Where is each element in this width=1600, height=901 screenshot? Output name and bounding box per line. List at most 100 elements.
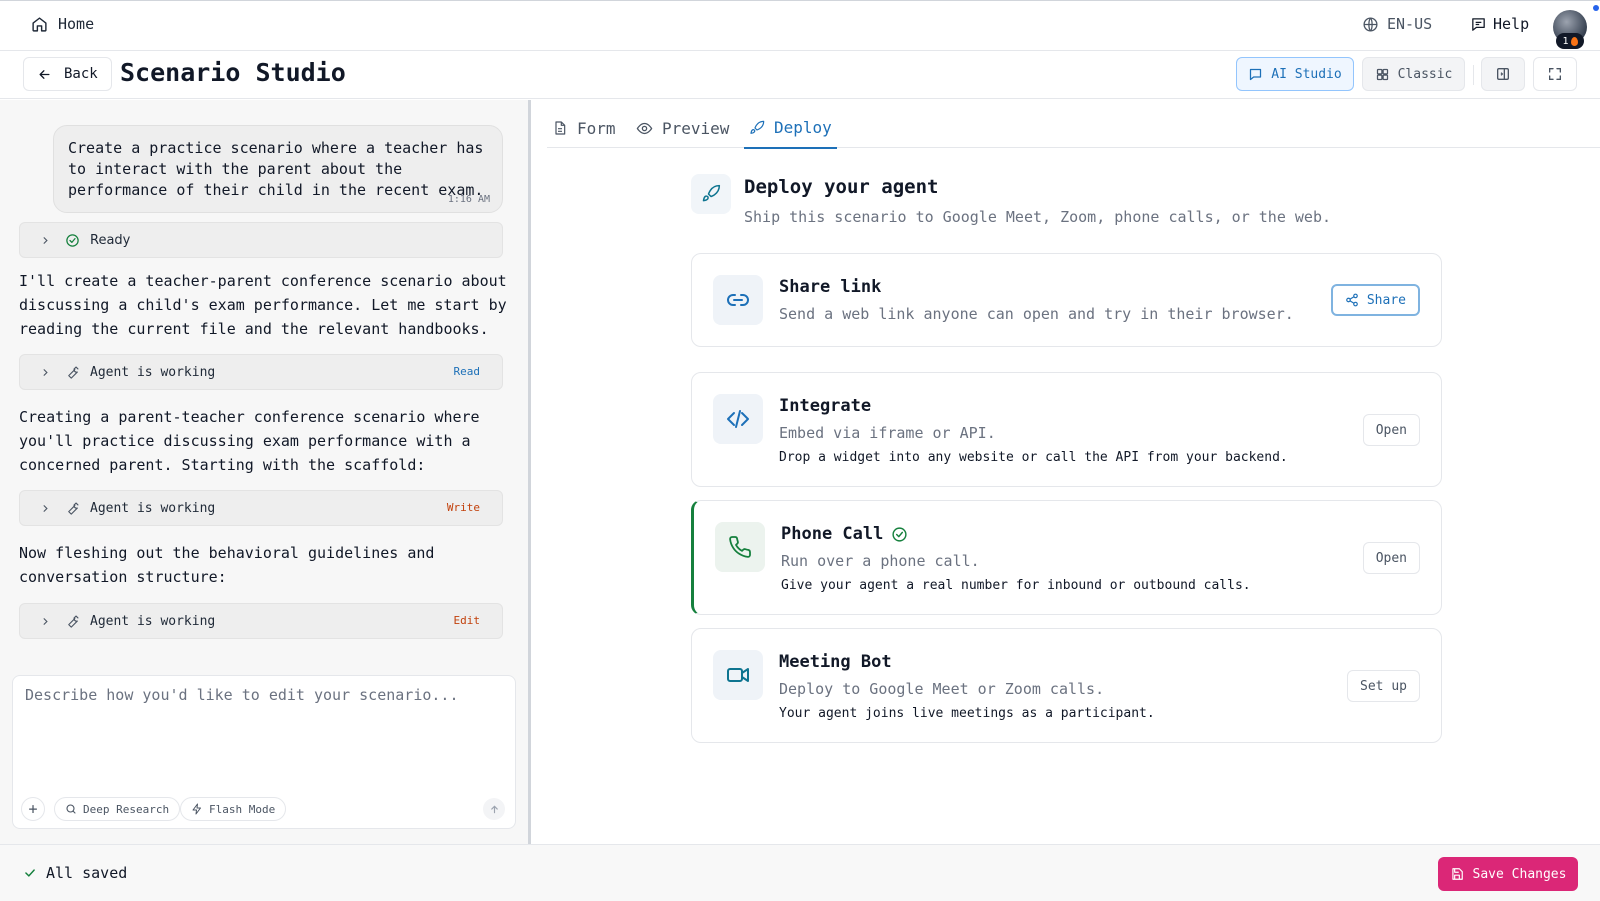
save-icon bbox=[1450, 867, 1464, 881]
classic-mode-button[interactable]: Classic bbox=[1362, 57, 1465, 91]
panel-right-icon bbox=[1495, 66, 1511, 82]
top-nav: Home EN-US Help 1 bbox=[0, 0, 1600, 51]
deploy-card-integrate[interactable]: Integrate Embed via iframe or API. Drop … bbox=[691, 372, 1442, 487]
chevron-right-icon bbox=[40, 367, 51, 378]
assistant-message: Now fleshing out the behavioral guidelin… bbox=[19, 544, 435, 586]
card-description: Deploy to Google Meet or Zoom calls. bbox=[779, 680, 1105, 698]
tab-preview[interactable]: Preview bbox=[636, 108, 729, 148]
help-label: Help bbox=[1493, 15, 1530, 33]
tab-label: Deploy bbox=[774, 118, 832, 137]
editor-tabs: Form Preview Deploy bbox=[547, 108, 1600, 149]
globe-icon bbox=[1362, 16, 1379, 33]
chat-input-box[interactable]: Describe how you'd like to edit your sce… bbox=[12, 675, 516, 829]
rocket-icon bbox=[749, 120, 765, 136]
deploy-card-meeting-bot[interactable]: Meeting Bot Deploy to Google Meet or Zoo… bbox=[691, 628, 1442, 743]
tab-form[interactable]: Form bbox=[552, 108, 616, 148]
deploy-subtitle: Ship this scenario to Google Meet, Zoom,… bbox=[744, 208, 1331, 226]
message-square-icon bbox=[1470, 16, 1487, 33]
flash-mode-chip[interactable]: Flash Mode bbox=[180, 797, 287, 821]
tool-row-label: Agent is working bbox=[90, 613, 216, 629]
wrench-icon bbox=[65, 614, 80, 629]
language-selector[interactable]: EN-US bbox=[1362, 15, 1432, 33]
deploy-card-share-link[interactable]: Share link Send a web link anyone can op… bbox=[691, 253, 1442, 347]
user-message-bubble: Create a practice scenario where a teach… bbox=[53, 125, 503, 213]
card-detail: Your agent joins live meetings as a part… bbox=[779, 706, 1155, 721]
help-link[interactable]: Help bbox=[1470, 15, 1529, 33]
back-label: Back bbox=[64, 66, 98, 82]
chat-input-placeholder[interactable]: Describe how you'd like to edit your sce… bbox=[25, 686, 458, 704]
chevron-right-icon bbox=[40, 235, 51, 246]
open-phone-call-button[interactable]: Open bbox=[1362, 542, 1420, 574]
home-label: Home bbox=[58, 15, 95, 33]
card-title: Integrate bbox=[779, 396, 871, 416]
card-description: Embed via iframe or API. bbox=[779, 424, 996, 442]
maximize-icon bbox=[1547, 66, 1563, 82]
setup-meeting-bot-button[interactable]: Set up bbox=[1347, 670, 1420, 702]
status-row-ready[interactable]: Ready bbox=[19, 222, 503, 258]
flash-mode-label: Flash Mode bbox=[209, 802, 276, 816]
arrow-left-icon bbox=[37, 67, 52, 82]
message-timestamp: 1:16 AM bbox=[447, 194, 490, 205]
rocket-icon bbox=[691, 174, 731, 214]
language-label: EN-US bbox=[1387, 15, 1433, 33]
card-title-text: Meeting Bot bbox=[779, 652, 892, 672]
save-changes-button[interactable]: Save Changes bbox=[1438, 857, 1578, 891]
zap-icon bbox=[191, 803, 203, 815]
card-title-text: Share link bbox=[779, 277, 882, 297]
card-title-text: Integrate bbox=[779, 396, 872, 416]
link-icon bbox=[713, 275, 763, 325]
back-button[interactable]: Back bbox=[23, 57, 112, 91]
share-button[interactable]: Share bbox=[1330, 284, 1420, 316]
user-message-text: Create a practice scenario where a teach… bbox=[68, 139, 484, 199]
tool-tag: Write bbox=[446, 501, 480, 514]
tool-tag: Read bbox=[453, 365, 481, 378]
deep-research-chip[interactable]: Deep Research bbox=[54, 797, 181, 821]
tool-row-write[interactable]: Agent is working Write bbox=[19, 490, 503, 526]
tool-row-label: Agent is working bbox=[90, 500, 216, 516]
ai-studio-label: AI Studio bbox=[1271, 66, 1342, 82]
tab-deploy[interactable]: Deploy bbox=[744, 108, 837, 149]
attach-button[interactable]: + bbox=[21, 797, 45, 821]
ai-studio-mode-button[interactable]: AI Studio bbox=[1236, 57, 1354, 91]
streak-count: 1 bbox=[1562, 35, 1569, 47]
wrench-icon bbox=[65, 365, 80, 380]
phone-icon bbox=[715, 522, 765, 572]
chevron-right-icon bbox=[40, 503, 51, 514]
check-circle-icon bbox=[891, 526, 908, 543]
header-divider bbox=[1473, 65, 1474, 85]
streak-badge: 1 bbox=[1556, 33, 1584, 49]
search-icon bbox=[65, 803, 77, 815]
assistant-message: I'll create a teacher-parent conference … bbox=[19, 272, 507, 338]
page-header: Back Scenario Studio AI Studio Classic bbox=[0, 51, 1600, 99]
deploy-card-phone-call[interactable]: Phone Call Run over a phone call. Give y… bbox=[691, 500, 1442, 615]
tool-row-edit[interactable]: Agent is working Edit bbox=[19, 603, 503, 639]
tab-label: Form bbox=[577, 118, 616, 138]
save-changes-label: Save Changes bbox=[1472, 866, 1567, 882]
share-label: Share bbox=[1366, 292, 1406, 308]
status-label: Ready bbox=[90, 232, 131, 248]
video-icon bbox=[713, 650, 763, 700]
card-description: Run over a phone call. bbox=[781, 552, 980, 570]
home-link[interactable]: Home bbox=[31, 15, 94, 33]
save-status-label: All saved bbox=[46, 864, 128, 882]
share-icon bbox=[1345, 293, 1359, 307]
tool-row-read[interactable]: Agent is working Read bbox=[19, 354, 503, 390]
open-integrate-button[interactable]: Open bbox=[1362, 414, 1420, 446]
chat-panel: Create a practice scenario where a teach… bbox=[0, 100, 528, 844]
deep-research-label: Deep Research bbox=[83, 802, 170, 816]
card-description: Send a web link anyone can open and try … bbox=[779, 305, 1294, 323]
tool-row-label: Agent is working bbox=[90, 364, 216, 380]
flame-icon bbox=[1570, 36, 1578, 46]
message-square-icon bbox=[1248, 67, 1263, 82]
arrow-up-icon bbox=[489, 804, 500, 815]
eye-icon bbox=[636, 120, 653, 137]
file-text-icon bbox=[552, 120, 568, 136]
home-icon bbox=[31, 16, 48, 33]
card-title-text: Phone Call bbox=[781, 524, 884, 544]
fullscreen-button[interactable] bbox=[1533, 57, 1577, 91]
send-button[interactable] bbox=[483, 798, 505, 820]
panel-resize-handle[interactable] bbox=[528, 100, 531, 844]
check-icon bbox=[23, 866, 37, 880]
toggle-panel-button[interactable] bbox=[1481, 57, 1525, 91]
tab-label: Preview bbox=[662, 118, 730, 138]
